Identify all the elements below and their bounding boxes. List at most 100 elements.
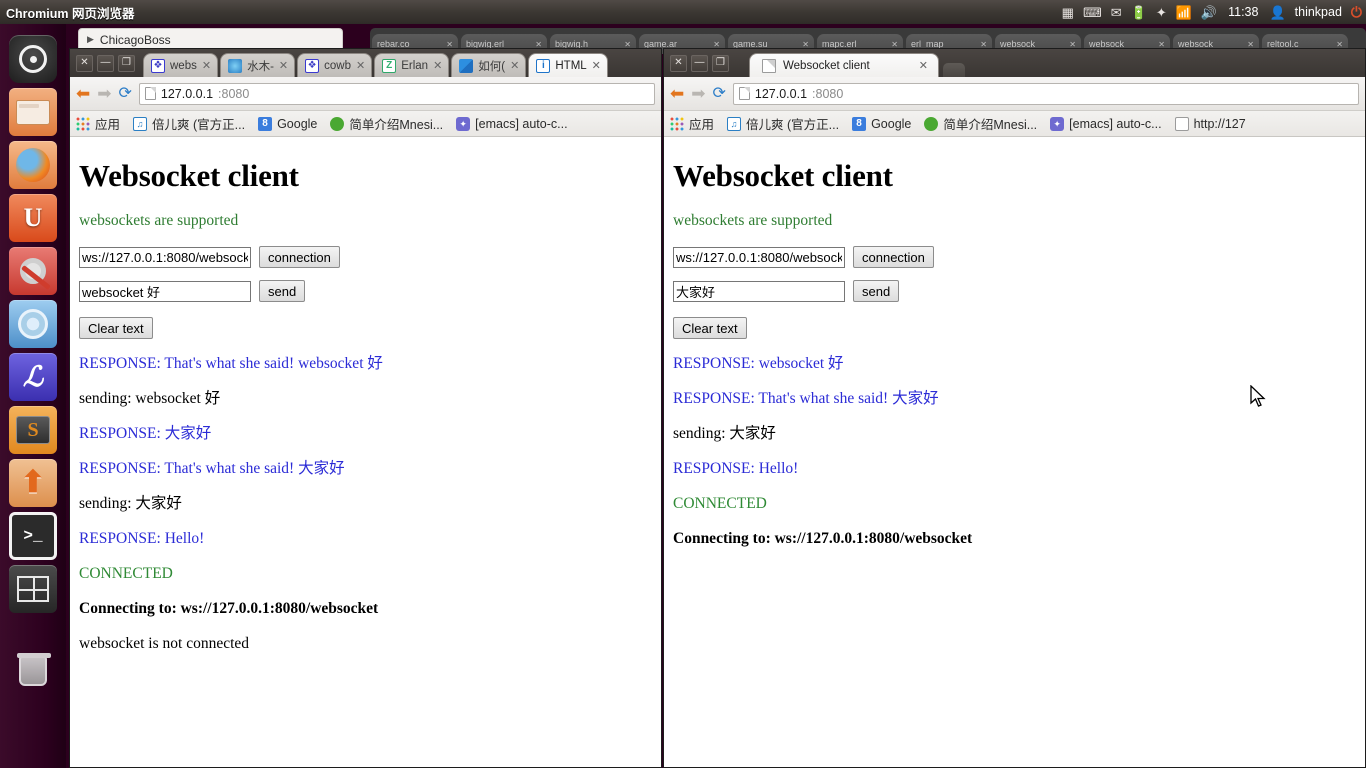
launcher-item-chromium[interactable] [9,300,57,348]
bookmark-google[interactable]: Google [258,116,317,131]
log-line: RESPONSE: Hello! [673,460,799,478]
windows-icon [459,58,474,73]
launcher-item-ubuntu-software[interactable]: U [9,194,57,242]
bookmark-apps[interactable]: 应用 [76,114,120,133]
close-button[interactable]: ✕ [670,54,687,72]
page-title: Websocket client [673,158,893,193]
google-icon [258,116,273,131]
bookmark-emacs[interactable]: [emacs] auto-c... [456,116,568,131]
tab-ruhe[interactable]: 如何( ✕ [451,53,527,77]
username-label[interactable]: thinkpad [1295,5,1342,19]
launcher-item-files[interactable] [9,88,57,136]
back-button[interactable]: ⬅ [670,85,684,102]
tab-webs[interactable]: webs ✕ [143,53,219,77]
right-window-titlebar[interactable]: ✕ — ❐ Websocket client ✕ [664,49,1365,77]
clear-text-button[interactable]: Clear text [673,317,747,339]
left-window-titlebar[interactable]: ✕ — ❐ webs ✕ 水木- ✕ cowb ✕ [70,49,661,77]
launcher-item-terminal[interactable]: >_ [9,512,57,560]
log-line: Connecting to: ws://127.0.0.1:8080/webso… [673,530,973,548]
calendar-icon[interactable]: ▦ [1062,6,1074,19]
address-bar[interactable]: 127.0.0.1:8080 [732,82,1359,105]
message-input[interactable] [673,280,845,302]
battery-icon[interactable]: 🔋 [1131,6,1147,19]
new-tab-button[interactable] [943,63,965,77]
log-line: RESPONSE: 大家好 [79,425,212,443]
close-icon[interactable]: ✕ [592,59,601,72]
launcher-item-trash[interactable] [9,647,57,695]
tab-websocket-client[interactable]: Websocket client ✕ [749,53,939,77]
websocket-support-status: websockets are supported [673,212,833,229]
bookmark-mnesia[interactable]: 简单介绍Mnesi... [924,114,1037,133]
websocket-url-input[interactable] [673,246,845,268]
page-icon [1174,116,1189,131]
send-button[interactable]: send [853,280,900,302]
chicagoboss-shortcut-item[interactable]: ▶ ChicagoBoss [78,28,343,50]
chromium-window-right: ✕ — ❐ Websocket client ✕ ⬅ ➡ ⟳ 127.0.0.1… [663,48,1366,768]
address-bar[interactable]: 127.0.0.1:8080 [138,82,655,105]
tab-cowb[interactable]: cowb ✕ [297,53,373,77]
bookmark-beiershuang[interactable]: 倍儿爽 (官方正... [727,114,839,133]
unity-top-panel: Chromium 网页浏览器 ▦ ⌨ ✉ 🔋 ✦ 📶 🔊 11:38 👤 thi… [0,0,1366,24]
launcher-item-system-settings[interactable] [9,247,57,295]
log-line: websocket is not connected [79,635,250,653]
right-page-content: Websocket client websockets are supporte… [664,137,1365,767]
chromium-window-left: ✕ — ❐ webs ✕ 水木- ✕ cowb ✕ [69,48,662,768]
paw-icon [151,58,165,73]
right-log-list: RESPONSE: websocket 好 RESPONSE: That's w… [673,355,1357,547]
maximize-button[interactable]: ❐ [712,54,729,72]
launcher-item-firefox[interactable] [9,141,57,189]
clear-text-button[interactable]: Clear text [79,317,153,339]
right-window-controls: ✕ — ❐ [670,54,729,72]
close-button[interactable]: ✕ [76,54,93,72]
reload-button[interactable]: ⟳ [119,85,132,102]
close-icon[interactable]: ✕ [510,59,519,72]
bookmark-http127[interactable]: http://127 [1174,116,1246,131]
connection-button[interactable]: connection [259,246,340,268]
launcher-item-sublime-text[interactable]: S [9,406,57,454]
launcher-item-workspace-switcher[interactable] [9,565,57,613]
close-icon[interactable]: ✕ [279,59,288,72]
send-button[interactable]: send [259,280,306,302]
bookmark-label: 应用 [95,118,121,132]
bluetooth-icon[interactable]: ✦ [1156,6,1167,19]
maximize-button[interactable]: ❐ [118,54,135,72]
message-input[interactable] [79,280,251,302]
close-icon[interactable]: ✕ [433,59,442,72]
close-icon[interactable]: ✕ [919,59,928,72]
launcher-item-draw[interactable]: ℒ [9,353,57,401]
websocket-url-input[interactable] [79,246,251,268]
mail-icon[interactable]: ✉ [1111,6,1122,19]
tab-label: HTML [555,59,587,72]
page-icon [762,58,776,73]
back-button[interactable]: ⬅ [76,85,90,102]
log-line: RESPONSE: websocket 好 [673,355,844,372]
clock[interactable]: 11:38 [1228,5,1258,19]
left-bookmarks-bar: 应用 倍儿爽 (官方正... Google 简单介绍Mnesi... [emac… [70,111,661,137]
bookmark-emacs[interactable]: [emacs] auto-c... [1050,116,1162,131]
bookmark-beiershuang[interactable]: 倍儿爽 (官方正... [133,114,245,133]
tab-shuimu[interactable]: 水木- ✕ [220,53,296,77]
bookmark-mnesia[interactable]: 简单介绍Mnesi... [330,114,443,133]
reload-button[interactable]: ⟳ [713,85,726,102]
left-page-content: Websocket client websockets are supporte… [70,137,661,767]
close-icon[interactable]: ✕ [202,59,211,72]
forward-button[interactable]: ➡ [97,85,111,102]
log-line: sending: websocket 好 [79,390,221,408]
page-icon [738,87,750,100]
launcher-item-ubuntu-dash[interactable] [9,35,57,83]
bookmark-label: 简单介绍Mnesi... [943,118,1038,132]
minimize-button[interactable]: — [97,54,114,72]
close-icon[interactable]: ✕ [356,59,365,72]
power-icon[interactable]: ⏻ [1351,5,1362,19]
launcher-item-update-manager[interactable]: ⬆ [9,459,57,507]
wifi-icon[interactable]: 📶 [1176,6,1192,19]
keyboard-icon[interactable]: ⌨ [1083,6,1102,19]
tab-html[interactable]: HTML ✕ [528,53,608,77]
connection-button[interactable]: connection [853,246,934,268]
volume-icon[interactable]: 🔊 [1201,6,1217,19]
bookmark-google[interactable]: Google [852,116,911,131]
tab-erlang[interactable]: Erlan ✕ [374,53,450,77]
bookmark-apps[interactable]: 应用 [670,114,714,133]
minimize-button[interactable]: — [691,54,708,72]
forward-button[interactable]: ➡ [691,85,705,102]
